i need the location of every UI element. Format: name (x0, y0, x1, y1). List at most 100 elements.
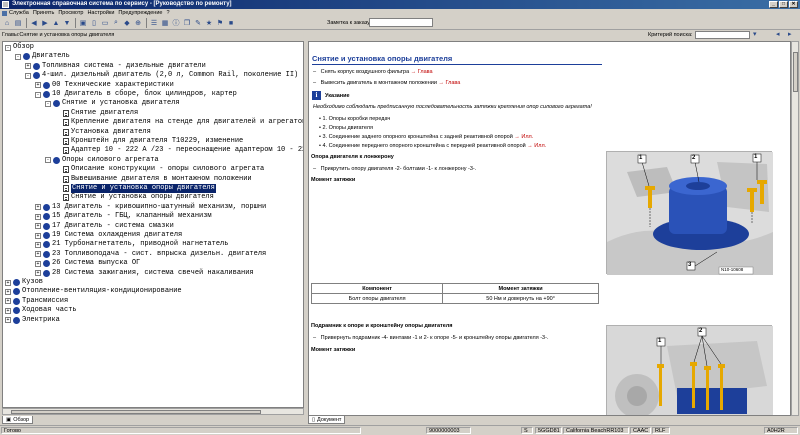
menu-settings[interactable]: Настройки (87, 10, 114, 16)
tree-item[interactable]: - Двигатель (15, 52, 70, 61)
expand-icon[interactable]: + (35, 260, 41, 267)
tab-overview[interactable]: ▣ Обзор (2, 416, 34, 424)
up-button[interactable]: ▲ (51, 18, 61, 28)
tree-item[interactable]: Адаптер 10 - 222 А /23 - переоснащение а… (55, 146, 303, 155)
tree-item[interactable]: +17 Двигатель - система смазки (35, 222, 174, 231)
tree-item[interactable]: +00 Технические характеристики (35, 81, 174, 90)
collapse-icon[interactable]: - (15, 53, 21, 60)
tree-item[interactable]: +28 Система зажигания, система свечей на… (35, 269, 254, 278)
expand-icon[interactable]: + (35, 223, 41, 230)
info-note-icon: i (312, 91, 321, 100)
document-button[interactable]: ▯ (89, 18, 99, 28)
tree-item[interactable]: + Ходовая часть (5, 306, 77, 315)
illustration-link[interactable]: → Илл. (514, 134, 533, 140)
document-vertical-scrollbar[interactable] (791, 41, 799, 416)
tree-item[interactable]: +13 Двигатель - кривошипно-шатунный меха… (35, 203, 266, 212)
info-button[interactable]: ⓘ (171, 18, 181, 28)
tree-item[interactable]: Вывешивание двигателя в монтажном положе… (55, 175, 252, 184)
maximize-button[interactable]: □ (779, 1, 788, 8)
zoom-button[interactable]: ⊕ (133, 18, 143, 28)
book-icon (13, 297, 20, 305)
expand-icon[interactable]: + (35, 204, 41, 211)
menu-help[interactable]: ? (166, 10, 169, 16)
back-button[interactable]: ◀ (29, 18, 39, 28)
tree-item[interactable]: Описание конструкции - опоры силового аг… (55, 165, 264, 174)
collapse-icon[interactable]: - (45, 100, 51, 107)
star-button[interactable]: ★ (204, 18, 214, 28)
list-button[interactable]: ☰ (149, 18, 159, 28)
note-button[interactable]: ✎ (193, 18, 203, 28)
search-button[interactable]: ⌕ (111, 18, 121, 28)
tree-item[interactable]: +26 Система выпуска ОГ (35, 259, 140, 268)
tree-item[interactable]: Снятие двигателя (55, 109, 138, 118)
home-button[interactable]: ⌂ (2, 18, 12, 28)
collapse-icon[interactable]: - (35, 91, 41, 98)
expand-icon[interactable]: + (25, 63, 31, 70)
expand-icon[interactable]: + (35, 232, 41, 239)
tree-item[interactable]: + Кузов (5, 278, 43, 287)
tree-item[interactable]: Установка двигателя (55, 128, 151, 137)
tree-item[interactable]: Снятие и установка опоры двигателя (55, 184, 216, 193)
book-button[interactable]: ▣ (78, 18, 88, 28)
tree-item[interactable]: Кронштейн для двигателя Т10229, изменени… (55, 137, 243, 146)
menu-warning[interactable]: Предупреждение (118, 10, 162, 16)
scrollbar-thumb[interactable] (793, 52, 798, 92)
tree-item[interactable]: +19 Система охлаждения двигателя (35, 231, 182, 240)
bookmark-button[interactable]: ◆ (122, 18, 132, 28)
tree-item[interactable]: +21 Турбонагнетатель, приводной нагнетат… (35, 240, 228, 249)
folder-button[interactable]: ▭ (100, 18, 110, 28)
expand-icon[interactable]: + (35, 213, 41, 220)
collapse-icon[interactable]: - (25, 72, 31, 79)
search-criteria-input[interactable] (695, 31, 750, 39)
collapse-icon[interactable]: - (45, 157, 51, 164)
tree-horizontal-scrollbar[interactable] (2, 408, 304, 415)
expand-icon[interactable]: + (5, 298, 11, 305)
next-result-icon[interactable]: ▸ (788, 31, 796, 39)
tree-item[interactable]: + Топливная система - дизельные двигатели (25, 62, 206, 71)
expand-icon[interactable]: + (5, 307, 11, 314)
menu-accept[interactable]: Принять (33, 10, 54, 16)
stop-button[interactable]: ■ (226, 18, 236, 28)
tree-item[interactable]: - Снятие и установка двигателя (45, 99, 180, 108)
figure-callout: 3 (688, 262, 692, 268)
tree-item-label: 15 Двигатель - ГБЦ, клапанный механизм (52, 212, 212, 221)
forward-button[interactable]: ▶ (40, 18, 50, 28)
tree-item[interactable]: +23 Топливоподача - сист. впрыска дизель… (35, 250, 266, 259)
tree-item[interactable]: + Трансмиссия (5, 297, 68, 306)
scrollbar-thumb[interactable] (11, 410, 261, 414)
tree-item[interactable]: - Обзор (5, 43, 34, 52)
chapter-link[interactable]: → Глава (411, 69, 433, 75)
tree-item[interactable]: Крепление двигателя на стенде для двигат… (55, 118, 303, 127)
menu-view[interactable]: Просмотр (58, 10, 83, 16)
prev-result-icon[interactable]: ◂ (776, 31, 784, 39)
copy-button[interactable]: ❐ (182, 18, 192, 28)
tree-item[interactable]: + Отопление-вентиляция-кондиционирование (5, 287, 182, 296)
close-button[interactable]: ✕ (789, 1, 798, 8)
expand-icon[interactable]: + (35, 82, 41, 89)
down-button[interactable]: ▼ (62, 18, 72, 28)
illustration-link[interactable]: → Илл. (527, 143, 546, 149)
expand-icon[interactable]: + (35, 251, 41, 258)
expand-icon[interactable]: + (35, 241, 41, 248)
expand-icon[interactable]: + (5, 288, 11, 295)
table-header: Компонент (310, 283, 444, 294)
tree-item[interactable]: +15 Двигатель - ГБЦ, клапанный механизм (35, 212, 212, 221)
chapter-link[interactable]: → Глава (438, 80, 460, 86)
expand-icon[interactable]: + (5, 317, 11, 324)
tree-item[interactable]: - 4-шил. дизельный двигатель (2,0 л, Comm… (25, 71, 298, 80)
expand-icon[interactable]: + (35, 270, 41, 277)
tree-item[interactable]: Снятие и установка опоры двигателя (55, 193, 214, 202)
expand-icon[interactable]: + (5, 279, 11, 286)
minimize-button[interactable]: _ (769, 1, 778, 8)
tree-item[interactable]: - 10 Двигатель в сборе, блок цилиндров, к… (35, 90, 237, 99)
search-dropdown-icon[interactable]: ▾ (753, 31, 761, 39)
menu-service[interactable]: Служба (2, 10, 29, 16)
order-note-input[interactable] (369, 18, 433, 27)
collapse-icon[interactable]: - (5, 44, 11, 51)
flag-button[interactable]: ⚑ (215, 18, 225, 28)
tab-document[interactable]: ▯ Документ (308, 416, 346, 424)
tree-item[interactable]: - Опоры силового агрегата (45, 156, 159, 165)
print-button[interactable]: ▤ (13, 18, 23, 28)
grid-button[interactable]: ▦ (160, 18, 170, 28)
tree-item[interactable]: + Электрика (5, 316, 60, 325)
